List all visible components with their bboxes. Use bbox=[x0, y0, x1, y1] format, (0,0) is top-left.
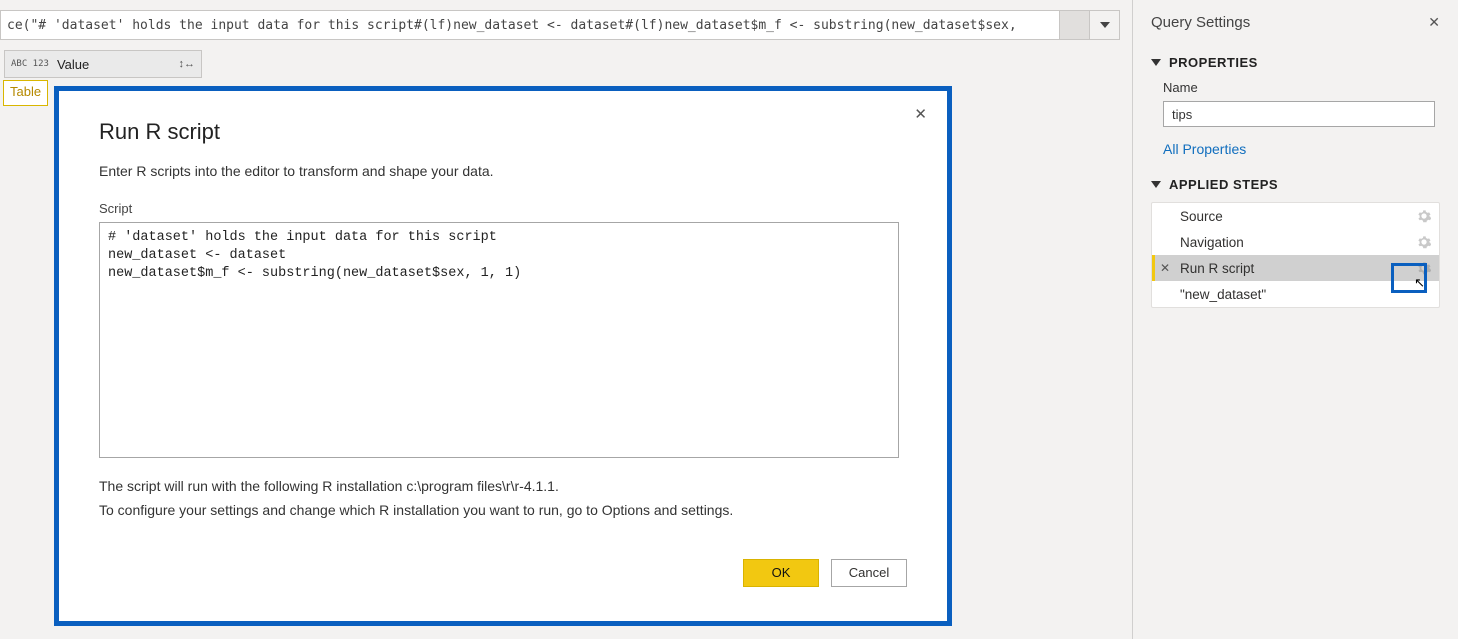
applied-step-label: Source bbox=[1180, 209, 1417, 224]
column-type-icon: ABC 123 bbox=[11, 60, 49, 69]
dialog-note-line2: To configure your settings and change wh… bbox=[99, 499, 907, 523]
panel-close-button[interactable]: ✕ bbox=[1428, 14, 1440, 31]
delete-step-icon[interactable]: ✕ bbox=[1160, 261, 1170, 275]
dialog-close-button[interactable]: ✕ bbox=[914, 105, 927, 123]
formula-bar: ce("# 'dataset' holds the input data for… bbox=[0, 10, 1120, 40]
panel-title: Query Settings bbox=[1151, 14, 1250, 31]
close-icon: ✕ bbox=[1428, 14, 1440, 30]
all-properties-link[interactable]: All Properties bbox=[1133, 137, 1458, 167]
applied-step-row[interactable]: ✕ Run R script bbox=[1152, 255, 1439, 281]
editor-main-area: ce("# 'dataset' holds the input data for… bbox=[0, 0, 1132, 639]
close-icon: ✕ bbox=[914, 106, 927, 123]
query-name-input[interactable] bbox=[1163, 101, 1435, 127]
formula-bar-text[interactable]: ce("# 'dataset' holds the input data for… bbox=[1, 14, 1059, 37]
table-cell-link[interactable]: Table bbox=[3, 80, 48, 106]
panel-header: Query Settings ✕ bbox=[1133, 0, 1458, 45]
section-applied-steps-header[interactable]: APPLIED STEPS bbox=[1133, 167, 1458, 198]
query-settings-panel: Query Settings ✕ PROPERTIES Name All Pro… bbox=[1132, 0, 1458, 639]
ok-button[interactable]: OK bbox=[743, 559, 819, 587]
applied-step-row[interactable]: Navigation bbox=[1152, 229, 1439, 255]
applied-step-label: Navigation bbox=[1180, 235, 1417, 250]
dialog-note-line1: The script will run with the following R… bbox=[99, 475, 907, 499]
run-r-script-dialog: ✕ Run R script Enter R scripts into the … bbox=[59, 91, 947, 621]
dialog-note: The script will run with the following R… bbox=[99, 475, 907, 523]
expand-icon[interactable]: ↕↔ bbox=[179, 58, 196, 70]
triangle-down-icon bbox=[1151, 59, 1161, 66]
dialog-subtitle: Enter R scripts into the editor to trans… bbox=[99, 163, 907, 179]
applied-step-row[interactable]: "new_dataset" bbox=[1152, 281, 1439, 307]
gear-icon[interactable] bbox=[1417, 209, 1431, 223]
script-input[interactable] bbox=[99, 222, 899, 458]
section-properties-label: PROPERTIES bbox=[1169, 55, 1258, 70]
name-field-label: Name bbox=[1133, 76, 1458, 99]
section-properties-header[interactable]: PROPERTIES bbox=[1133, 45, 1458, 76]
formula-bar-expand-button[interactable] bbox=[1089, 11, 1119, 39]
cancel-button[interactable]: Cancel bbox=[831, 559, 907, 587]
formula-bar-prev-button[interactable] bbox=[1059, 11, 1089, 39]
column-header-value[interactable]: ABC 123 Value ↕↔ bbox=[4, 50, 202, 78]
triangle-down-icon bbox=[1151, 181, 1161, 188]
script-label: Script bbox=[99, 201, 907, 216]
column-name: Value bbox=[57, 57, 171, 72]
section-applied-steps-label: APPLIED STEPS bbox=[1169, 177, 1278, 192]
dialog-button-row: OK Cancel bbox=[99, 559, 907, 587]
applied-steps-list: Source Navigation ✕ Run R script "new_datase… bbox=[1151, 202, 1440, 308]
gear-icon[interactable] bbox=[1417, 261, 1431, 275]
applied-step-label: "new_dataset" bbox=[1180, 287, 1431, 302]
dialog-highlight-frame: ✕ Run R script Enter R scripts into the … bbox=[54, 86, 952, 626]
applied-step-row[interactable]: Source bbox=[1152, 203, 1439, 229]
gear-icon[interactable] bbox=[1417, 235, 1431, 249]
applied-step-label: Run R script bbox=[1180, 261, 1417, 276]
dialog-title: Run R script bbox=[99, 119, 907, 145]
chevron-down-icon bbox=[1100, 22, 1110, 28]
